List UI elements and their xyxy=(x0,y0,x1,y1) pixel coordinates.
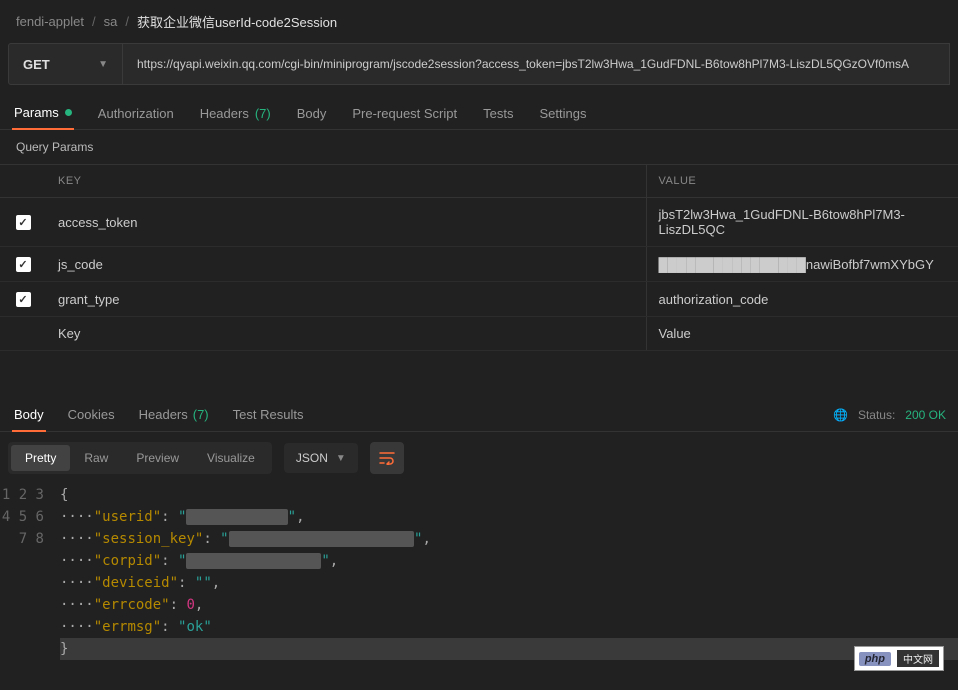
param-value[interactable]: authorization_code xyxy=(646,282,958,317)
tab-settings[interactable]: Settings xyxy=(537,97,588,129)
breadcrumb-request: 获取企业微信userId-code2Session xyxy=(137,12,337,31)
view-visualize[interactable]: Visualize xyxy=(193,445,269,471)
tab-body[interactable]: Body xyxy=(295,97,329,129)
view-raw[interactable]: Raw xyxy=(70,445,122,471)
code-lines: { ····"userid": "████████████", ····"ses… xyxy=(60,484,958,660)
cn-label: 中文网 xyxy=(897,650,939,667)
status-label: Status: xyxy=(858,408,895,422)
status-value: 200 OK xyxy=(905,408,946,422)
php-badge: php 中文网 xyxy=(854,646,944,671)
chevron-down-icon: ▼ xyxy=(336,453,346,464)
table-row[interactable]: ✓ grant_type authorization_code xyxy=(0,282,958,317)
key-header: KEY xyxy=(46,165,646,198)
method-select[interactable]: GET ▼ xyxy=(8,43,123,85)
wrap-icon xyxy=(379,451,395,465)
breadcrumb: fendi-applet / sa / 获取企业微信userId-code2Se… xyxy=(0,0,958,43)
param-key[interactable]: js_code xyxy=(46,247,646,282)
query-params-title: Query Params xyxy=(0,130,958,164)
wrap-lines-button[interactable] xyxy=(370,442,404,474)
response-tabs-bar: Body Cookies Headers (7) Test Results 🌐 … xyxy=(0,399,958,432)
resp-tab-cookies[interactable]: Cookies xyxy=(66,399,117,431)
view-mode-group: Pretty Raw Preview Visualize xyxy=(8,442,272,474)
breadcrumb-sep: / xyxy=(92,14,96,29)
resp-tab-headers-count: (7) xyxy=(193,407,209,423)
row-checkbox[interactable]: ✓ xyxy=(16,257,31,272)
param-value-input[interactable]: Value xyxy=(646,317,958,351)
format-label: JSON xyxy=(296,451,328,465)
format-select[interactable]: JSON ▼ xyxy=(284,443,358,473)
resp-tab-test-results[interactable]: Test Results xyxy=(231,399,306,431)
line-gutter: 1 2 3 4 5 6 7 8 xyxy=(0,484,60,660)
param-value[interactable]: jbsT2lw3Hwa_1GudFDNL-B6tow8hPl7M3-LiszDL… xyxy=(646,198,958,247)
checkbox-header xyxy=(0,165,46,198)
tab-headers-label: Headers xyxy=(200,106,249,121)
view-controls: Pretty Raw Preview Visualize JSON ▼ xyxy=(0,432,958,484)
table-row[interactable]: ✓ js_code ████████████████nawiBofbf7wmXY… xyxy=(0,247,958,282)
chevron-down-icon: ▼ xyxy=(98,59,108,70)
tab-tests[interactable]: Tests xyxy=(481,97,515,129)
tab-params-label: Params xyxy=(14,105,59,120)
url-input[interactable] xyxy=(123,43,950,85)
response-section: Body Cookies Headers (7) Test Results 🌐 … xyxy=(0,399,958,660)
param-key[interactable]: grant_type xyxy=(46,282,646,317)
status-area: 🌐 Status: 200 OK xyxy=(833,408,946,422)
breadcrumb-sep: / xyxy=(125,14,129,29)
php-logo: php xyxy=(859,652,891,666)
table-row-new[interactable]: Key Value xyxy=(0,317,958,351)
value-header: VALUE xyxy=(646,165,958,198)
params-active-dot-icon xyxy=(65,109,72,116)
param-value[interactable]: ████████████████nawiBofbf7wmXYbGY xyxy=(646,247,958,282)
request-bar: GET ▼ xyxy=(8,43,950,85)
view-pretty[interactable]: Pretty xyxy=(11,445,70,471)
table-row[interactable]: ✓ access_token jbsT2lw3Hwa_1GudFDNL-B6to… xyxy=(0,198,958,247)
tab-params[interactable]: Params xyxy=(12,97,74,130)
param-key-input[interactable]: Key xyxy=(46,317,646,351)
params-table: KEY VALUE ✓ access_token jbsT2lw3Hwa_1Gu… xyxy=(0,164,958,351)
view-preview[interactable]: Preview xyxy=(122,445,193,471)
resp-tab-body[interactable]: Body xyxy=(12,399,46,432)
row-checkbox[interactable]: ✓ xyxy=(16,215,31,230)
tab-headers[interactable]: Headers (7) xyxy=(198,97,273,129)
response-body-code[interactable]: 1 2 3 4 5 6 7 8 { ····"userid": "███████… xyxy=(0,484,958,660)
resp-tab-headers[interactable]: Headers (7) xyxy=(137,399,211,431)
breadcrumb-workspace[interactable]: fendi-applet xyxy=(16,14,84,29)
resp-tab-headers-label: Headers xyxy=(139,407,188,423)
breadcrumb-folder[interactable]: sa xyxy=(104,14,118,29)
request-tabs: Params Authorization Headers (7) Body Pr… xyxy=(0,97,958,130)
globe-icon[interactable]: 🌐 xyxy=(833,408,848,422)
param-key[interactable]: access_token xyxy=(46,198,646,247)
tab-authorization[interactable]: Authorization xyxy=(96,97,176,129)
row-checkbox[interactable]: ✓ xyxy=(16,292,31,307)
tab-headers-count: (7) xyxy=(255,106,271,121)
method-label: GET xyxy=(23,57,50,72)
tab-prerequest[interactable]: Pre-request Script xyxy=(350,97,459,129)
